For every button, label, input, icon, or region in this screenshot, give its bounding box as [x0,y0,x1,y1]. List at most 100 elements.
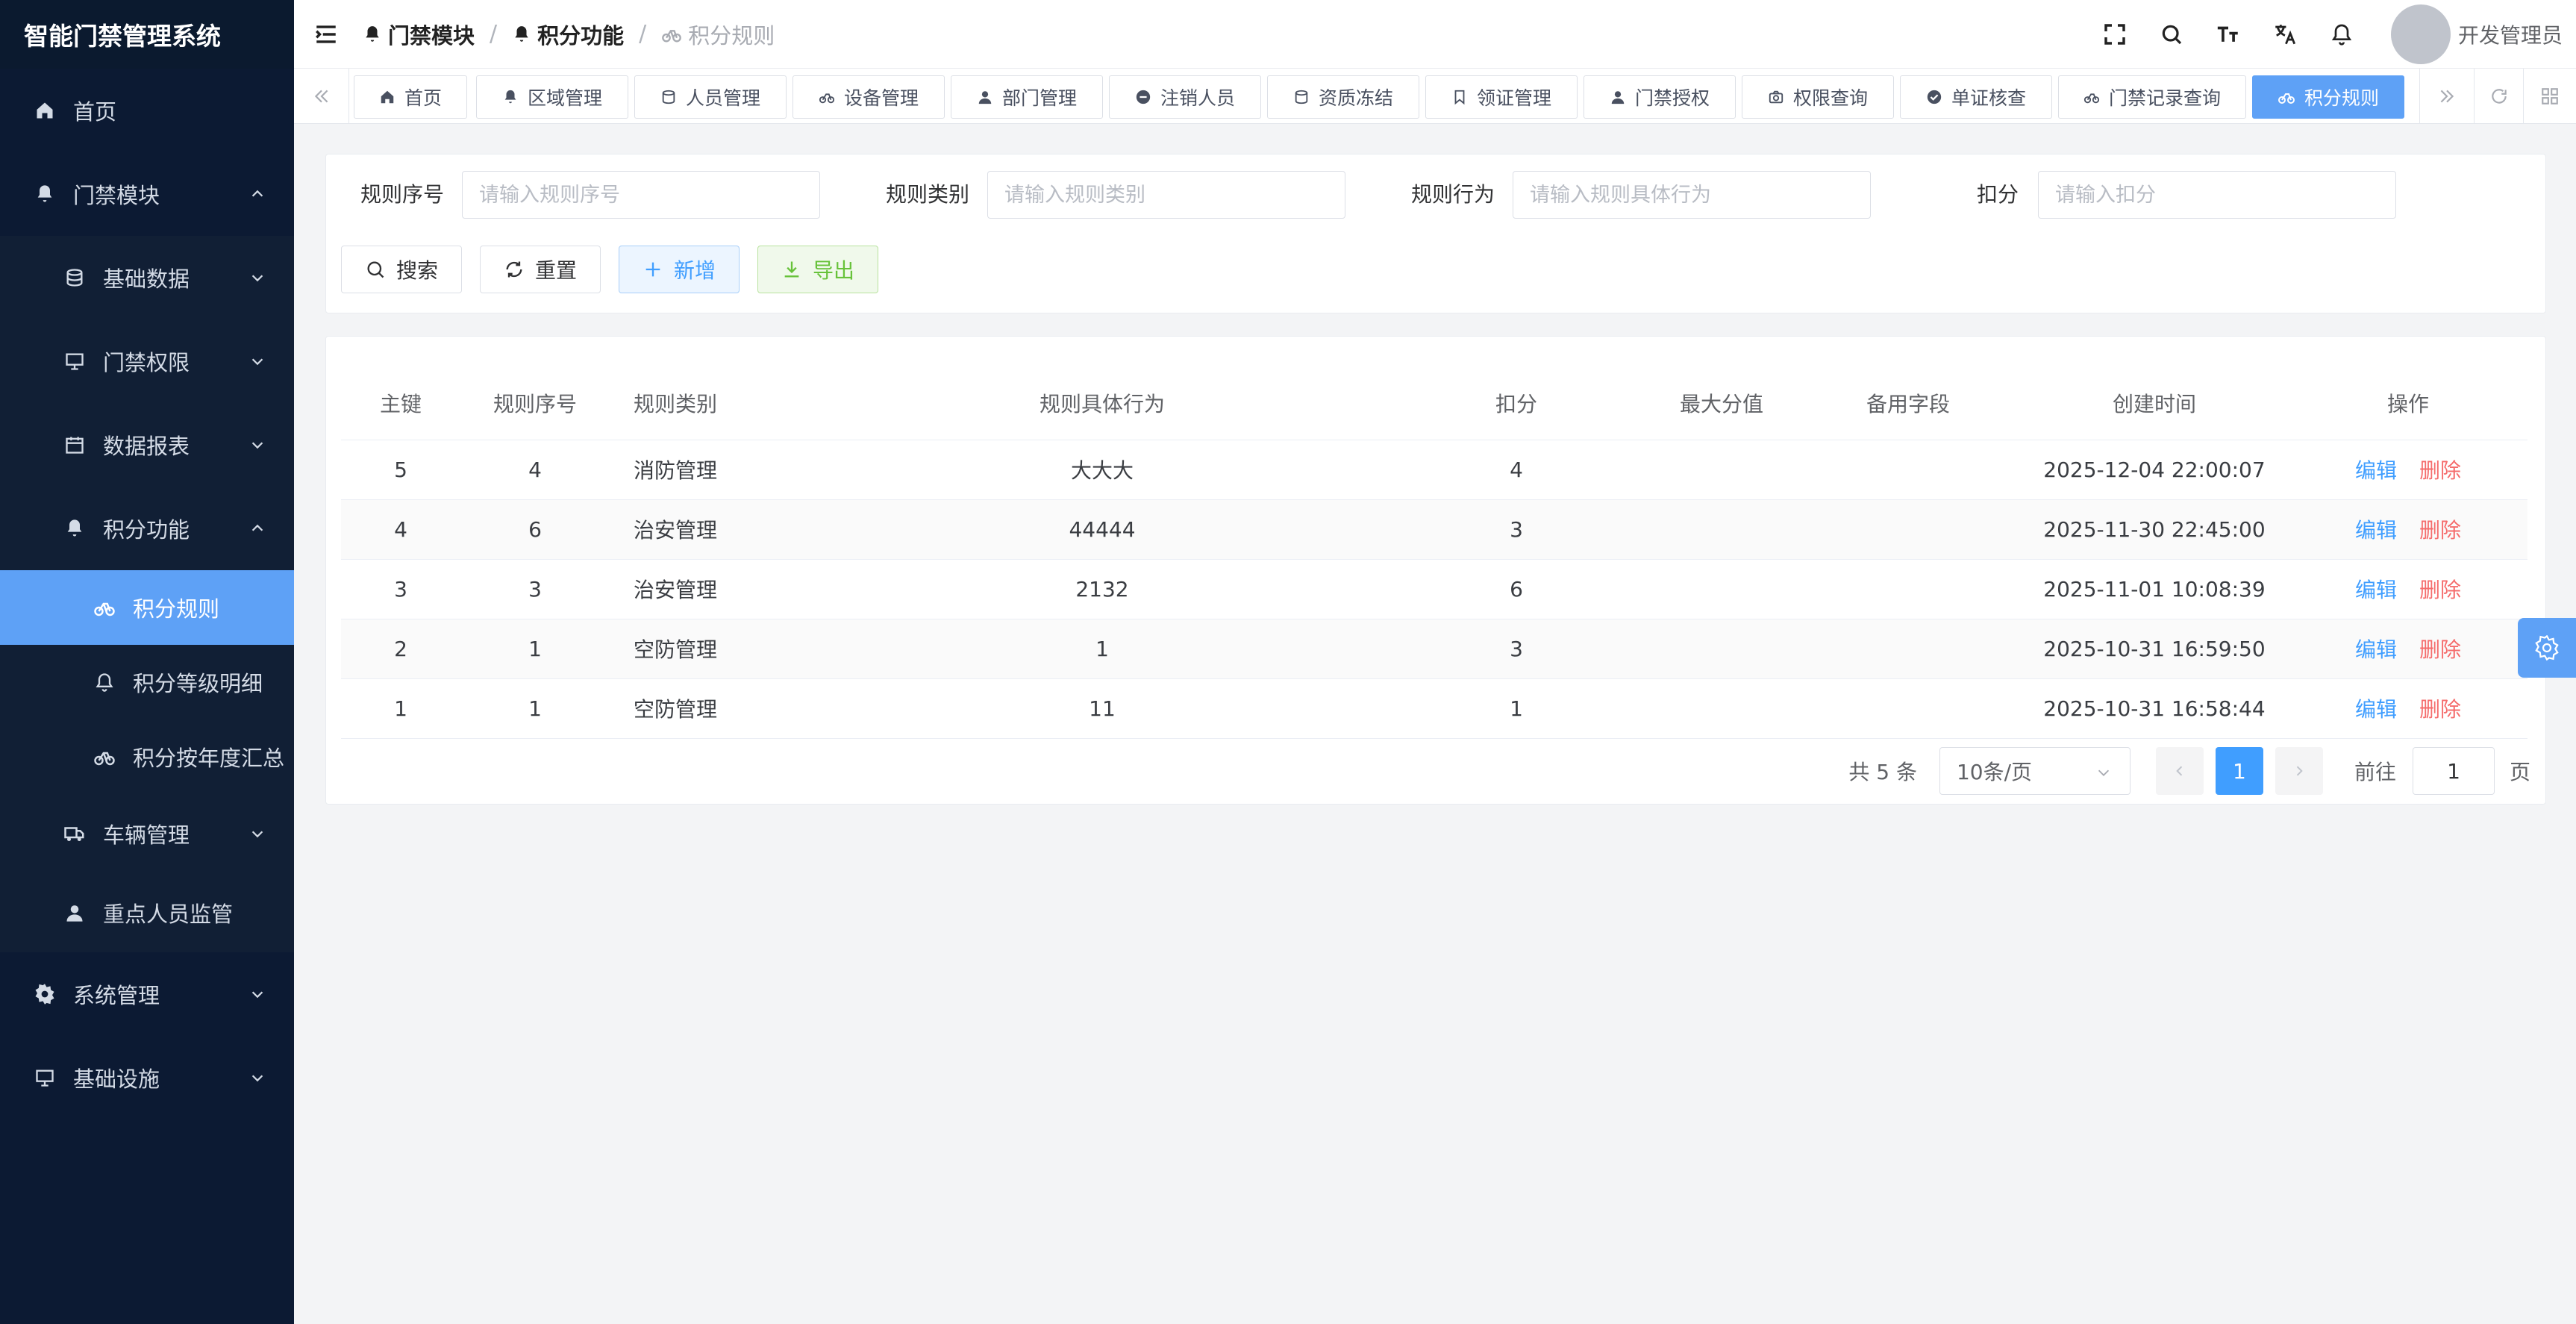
sidebar-item-label: 数据报表 [103,434,190,459]
tab-device-management[interactable]: 设备管理 [793,75,945,119]
sidebar-item-home[interactable]: 首页 [0,69,294,152]
edit-link[interactable]: 编辑 [2355,458,2397,483]
download-icon [784,261,799,278]
sidebar-item-data-report[interactable]: 数据报表 [0,403,294,487]
bicycle-icon [2083,93,2100,104]
chevron-down-icon [251,358,263,366]
table-card: 主键 规则序号 规则类别 规则具体行为 扣分 最大分值 备用字段 创建时间 操作… [325,336,2546,805]
col-header-deduct: 扣分 [1386,366,1647,440]
tabs-scroll-left-icon[interactable] [294,69,349,124]
breadcrumb-item-points-rules: 积分规则 [661,19,775,50]
tab-deregistered-personnel[interactable]: 注销人员 [1109,75,1261,119]
export-button[interactable]: 导出 [757,246,878,293]
refresh-icon[interactable] [2475,69,2524,124]
sidebar-item-points-yearly-summary[interactable]: 积分按年度汇总 [0,719,294,794]
menu-toggle-icon[interactable] [313,22,339,47]
user-name[interactable]: 开发管理员 [2458,19,2563,49]
database-icon [63,266,87,290]
translate-icon[interactable] [2272,21,2298,48]
delete-link[interactable]: 删除 [2419,637,2461,662]
chevron-down-icon [251,831,263,838]
tabs-scroll-right-icon[interactable] [2419,69,2475,124]
bell-outline-icon [93,670,116,694]
bell-icon [515,25,528,42]
sidebar-item-label: 门禁权限 [103,350,190,375]
search-icon[interactable] [2158,21,2185,48]
tab-access-authorization[interactable]: 门禁授权 [1584,75,1736,119]
bicycle-icon [93,745,116,769]
goto-page-input[interactable]: 1 [2412,747,2495,795]
rules-table: 主键 规则序号 规则类别 规则具体行为 扣分 最大分值 备用字段 创建时间 操作… [341,366,2527,739]
font-size-icon[interactable] [2215,21,2242,48]
sidebar-item-basic-data[interactable]: 基础数据 [0,236,294,319]
add-button[interactable]: 新增 [619,246,740,293]
tab-department-management[interactable]: 部门管理 [951,75,1103,119]
sidebar-item-access-module[interactable]: 门禁模块 [0,152,294,236]
rule-no-input[interactable] [462,171,820,219]
breadcrumb-item-access-module[interactable]: 门禁模块 [363,19,475,50]
tab-personnel-management[interactable]: 人员管理 [634,75,787,119]
prev-page-button[interactable] [2155,747,2204,795]
sidebar-item-label: 积分功能 [103,517,190,543]
breadcrumb-separator: / [490,21,498,47]
sidebar-item-points-level-detail[interactable]: 积分等级明细 [0,645,294,719]
sidebar-item-points-rules[interactable]: 积分规则 [0,570,294,645]
breadcrumb-item-points-function[interactable]: 积分功能 [512,19,624,50]
delete-link[interactable]: 删除 [2419,578,2461,602]
home-icon [33,99,57,122]
sidebar-item-points-function[interactable]: 积分功能 [0,487,294,570]
tab-qualification-freeze[interactable]: 资质冻结 [1267,75,1419,119]
edit-link[interactable]: 编辑 [2355,578,2397,602]
sidebar-item-key-person-monitor[interactable]: 重点人员监管 [0,873,294,952]
col-header-max-score: 最大分值 [1647,366,1796,440]
rule-type-input[interactable] [987,171,1345,219]
fullscreen-icon[interactable] [2101,21,2128,48]
sidebar-item-system-management[interactable]: 系统管理 [0,952,294,1036]
sidebar-item-label: 重点人员监管 [103,902,234,927]
deduct-input[interactable] [2038,171,2396,219]
rule-action-input[interactable] [1513,171,1871,219]
avatar[interactable] [2390,4,2451,64]
reset-button[interactable]: 重置 [480,246,601,293]
notification-bell-icon[interactable] [2328,21,2355,48]
home-icon [381,90,394,104]
database-icon [1295,90,1308,104]
sidebar-item-access-permission[interactable]: 门禁权限 [0,319,294,403]
top-header: 门禁模块 / 积分功能 / 积分规则 开发管理员 [294,0,2576,69]
deduct-label: 扣分 [1977,182,2019,207]
bicycle-icon [662,29,682,43]
tab-access-record-query[interactable]: 门禁记录查询 [2058,75,2246,119]
sidebar: 智能门禁管理系统 首页 门禁模块 基础数据 门禁权限 数据报表 积分功能 积分规… [0,0,294,1324]
rule-type-label: 规则类别 [886,182,970,207]
table-row: 3 3 治安管理 2132 6 2025-11-01 10:08:39 编辑 删除 [341,559,2527,619]
delete-link[interactable]: 删除 [2419,458,2461,483]
grid-menu-icon[interactable] [2524,69,2576,124]
tab-points-rules[interactable]: 积分规则 [2252,75,2404,119]
delete-link[interactable]: 删除 [2419,697,2461,722]
sidebar-item-infrastructure[interactable]: 基础设施 [0,1036,294,1120]
edit-link[interactable]: 编辑 [2355,697,2397,722]
chevron-left-icon [2176,766,2183,776]
chevron-down-icon [251,442,263,449]
tab-license-management[interactable]: 领证管理 [1425,75,1578,119]
rule-no-label: 规则序号 [360,182,445,207]
tab-area-management[interactable]: 区域管理 [476,75,628,119]
page-size-select[interactable]: 10条/页 [1939,747,2130,795]
edit-link[interactable]: 编辑 [2355,637,2397,662]
edit-link[interactable]: 编辑 [2355,518,2397,543]
submenu-points-function: 积分规则 积分等级明细 积分按年度汇总 [0,570,294,794]
tab-document-verification[interactable]: 单证核查 [1900,75,2052,119]
tab-home[interactable]: 首页 [354,75,467,119]
settings-floating-button[interactable] [2518,618,2576,678]
calendar-icon [63,433,87,457]
search-button[interactable]: 搜索 [341,246,462,293]
next-page-button[interactable] [2275,747,2323,795]
tab-permission-query[interactable]: 权限查询 [1742,75,1894,119]
gear-icon [33,982,57,1006]
sidebar-item-vehicle-management[interactable]: 车辆管理 [0,794,294,873]
delete-link[interactable]: 删除 [2419,518,2461,543]
col-header-actions: 操作 [2289,366,2527,440]
chevron-down-icon [251,991,263,999]
page-number-button[interactable]: 1 [2215,747,2263,795]
submenu-access-module: 基础数据 门禁权限 数据报表 积分功能 积分规则 积分等级明细 积分按年度汇总 … [0,236,294,952]
